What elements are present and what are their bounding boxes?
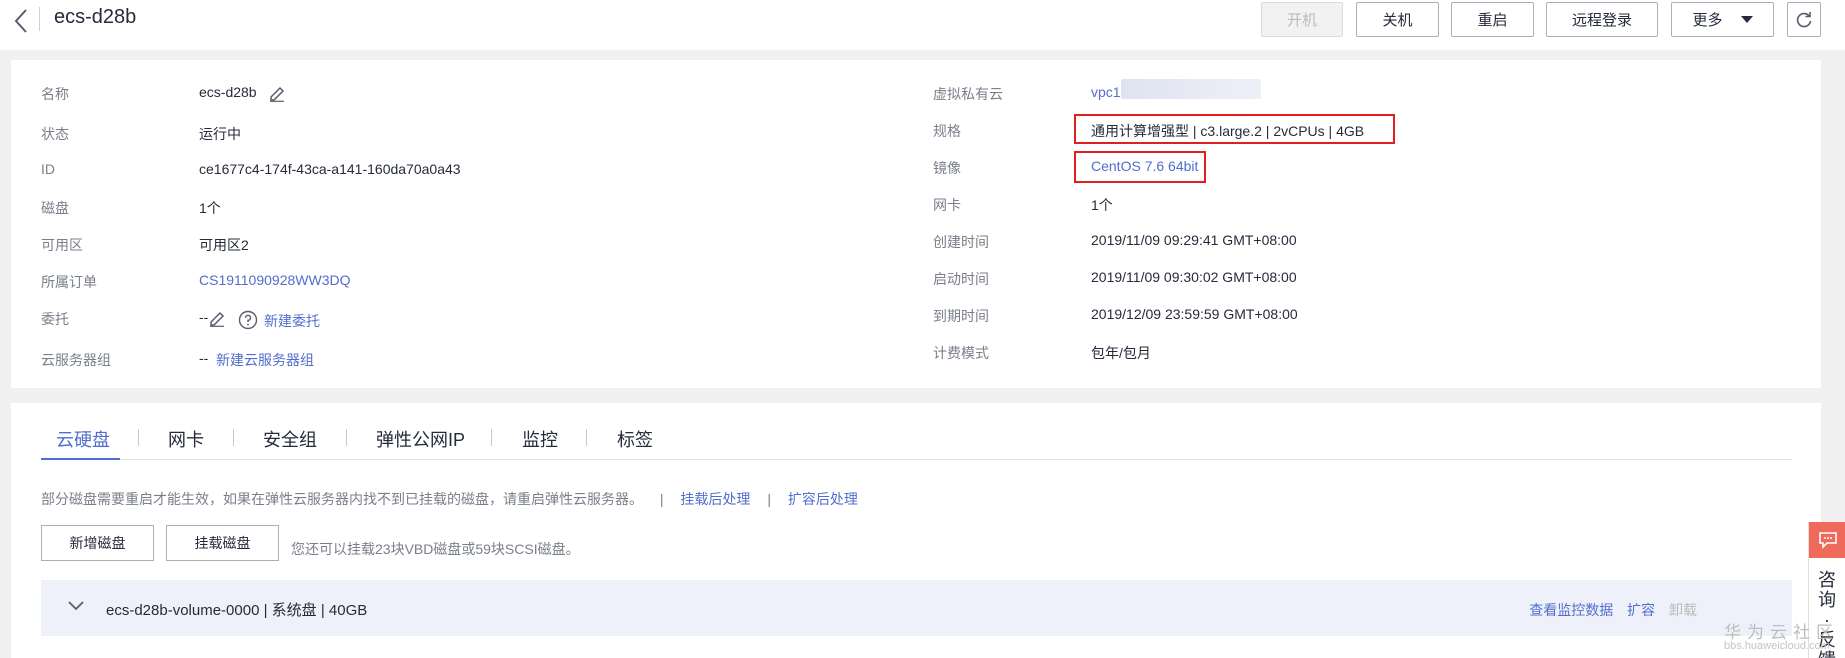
- power-off-button[interactable]: 关机: [1356, 2, 1439, 37]
- nic-value: 1个: [1091, 197, 1113, 213]
- detail-tabs: 云硬盘 网卡 安全组 弹性公网IP 监控 标签: [41, 418, 1792, 460]
- name-value: ecs-d28b: [199, 84, 257, 100]
- id-label: ID: [41, 161, 55, 177]
- disk-notice: 部分磁盘需要重启才能生效，如果在弹性云服务器内找不到已挂载的磁盘，请重启弹性云服…: [41, 489, 858, 509]
- restart-button[interactable]: 重启: [1451, 2, 1534, 37]
- disk-name-text: ecs-d28b-volume-0000: [106, 602, 260, 619]
- disk-count-value: 1个: [199, 200, 221, 216]
- basic-info-panel: [11, 60, 1821, 388]
- create-agency-link[interactable]: 新建委托: [264, 311, 320, 331]
- tab-divider: [138, 429, 139, 446]
- tab-divider: [346, 429, 347, 446]
- disk-name: ecs-d28b-volume-0000 | 系统盘 | 40GB: [106, 599, 367, 620]
- watermark: 华为云社区 bbs.huaweicloud.com: [1724, 618, 1844, 658]
- notice-separator: |: [659, 491, 664, 507]
- refresh-icon: [1796, 11, 1812, 27]
- more-label: 更多: [1692, 12, 1723, 29]
- flavor-highlight-box: [1074, 114, 1395, 144]
- page-title: ecs-d28b: [54, 6, 137, 28]
- title-divider: [39, 7, 40, 31]
- chevron-down-icon[interactable]: [66, 595, 86, 615]
- view-metrics-link[interactable]: 查看监控数据: [1529, 602, 1613, 618]
- server-group-label: 云服务器组: [41, 352, 111, 368]
- expires-value: 2019/12/09 23:59:59 GMT+08:00: [1091, 306, 1298, 322]
- disk-quota-text: 您还可以挂载23块VBD磁盘或59块SCSI磁盘。: [291, 541, 580, 557]
- watermark-url: bbs.huaweicloud.com: [1724, 640, 1830, 652]
- active-tab-indicator: [41, 458, 120, 460]
- tab-divider: [491, 429, 492, 446]
- agency-value: --: [199, 309, 209, 325]
- order-label: 所属订单: [41, 274, 97, 290]
- server-group-value: --: [199, 350, 209, 366]
- az-label: 可用区: [41, 237, 83, 253]
- remote-login-button[interactable]: 远程登录: [1546, 2, 1658, 37]
- refresh-button[interactable]: [1787, 2, 1821, 37]
- post-attach-link[interactable]: 挂载后处理: [680, 491, 750, 507]
- page-header: ecs-d28b 开机 关机 重启 远程登录 更多: [0, 0, 1845, 50]
- launched-label: 启动时间: [933, 271, 989, 287]
- back-arrow-icon[interactable]: [8, 6, 34, 36]
- image-label: 镜像: [933, 160, 961, 176]
- post-expand-link[interactable]: 扩容后处理: [788, 491, 858, 507]
- caret-down-icon: [1740, 16, 1753, 23]
- help-icon[interactable]: [238, 310, 258, 330]
- created-label: 创建时间: [933, 234, 989, 250]
- expires-label: 到期时间: [933, 308, 989, 324]
- redacted-vpc-id: [1121, 79, 1261, 99]
- nic-label: 网卡: [933, 197, 961, 213]
- create-server-group-link[interactable]: 新建云服务器组: [216, 350, 314, 370]
- tab-evs-disks[interactable]: 云硬盘: [56, 426, 110, 452]
- power-on-button[interactable]: 开机: [1261, 2, 1343, 37]
- notice-separator: |: [767, 491, 771, 507]
- expand-disk-link[interactable]: 扩容: [1627, 602, 1655, 618]
- vpc-label: 虚拟私有云: [933, 86, 1003, 102]
- status-value: 运行中: [199, 126, 241, 142]
- disk-count-label: 磁盘: [41, 200, 69, 216]
- id-value: ce1677c4-174f-43ca-a141-160da70a0a43: [199, 161, 461, 177]
- tab-security-groups[interactable]: 安全组: [263, 426, 317, 452]
- billing-label: 计费模式: [933, 345, 989, 361]
- vpc-link[interactable]: vpc1: [1091, 84, 1121, 100]
- tab-tags[interactable]: 标签: [617, 426, 653, 452]
- created-value: 2019/11/09 09:29:41 GMT+08:00: [1091, 232, 1297, 248]
- disk-actions: 查看监控数据 扩容 卸载: [1519, 600, 1697, 620]
- billing-value: 包年/包月: [1091, 345, 1151, 361]
- launched-value: 2019/11/09 09:30:02 GMT+08:00: [1091, 269, 1297, 285]
- tab-nics[interactable]: 网卡: [168, 426, 204, 452]
- attach-disk-button[interactable]: 挂载磁盘: [166, 525, 279, 561]
- az-value: 可用区2: [199, 237, 249, 253]
- agency-label: 委托: [41, 311, 69, 327]
- add-disk-button[interactable]: 新增磁盘: [41, 525, 154, 561]
- name-label: 名称: [41, 86, 69, 102]
- disk-detail-text: | 系统盘 | 40GB: [259, 602, 368, 619]
- tab-eip[interactable]: 弹性公网IP: [376, 426, 465, 452]
- tab-monitoring[interactable]: 监控: [522, 426, 558, 452]
- table-row: ecs-d28b-volume-0000 | 系统盘 | 40GB 查看监控数据…: [41, 580, 1792, 636]
- chat-icon[interactable]: [1809, 522, 1845, 558]
- status-label: 状态: [41, 126, 69, 142]
- flavor-label: 规格: [933, 123, 961, 139]
- order-link[interactable]: CS1911090928WW3DQ: [199, 272, 350, 288]
- notice-text: 部分磁盘需要重启才能生效，如果在弹性云服务器内找不到已挂载的磁盘，请重启弹性云服…: [41, 491, 643, 507]
- detach-disk-link[interactable]: 卸载: [1669, 602, 1697, 618]
- tab-divider: [233, 429, 234, 446]
- tab-divider: [586, 429, 587, 446]
- edit-agency-icon[interactable]: [208, 309, 226, 327]
- edit-name-icon[interactable]: [268, 84, 286, 102]
- more-dropdown-button[interactable]: 更多: [1671, 2, 1774, 37]
- image-highlight-box: [1074, 151, 1206, 183]
